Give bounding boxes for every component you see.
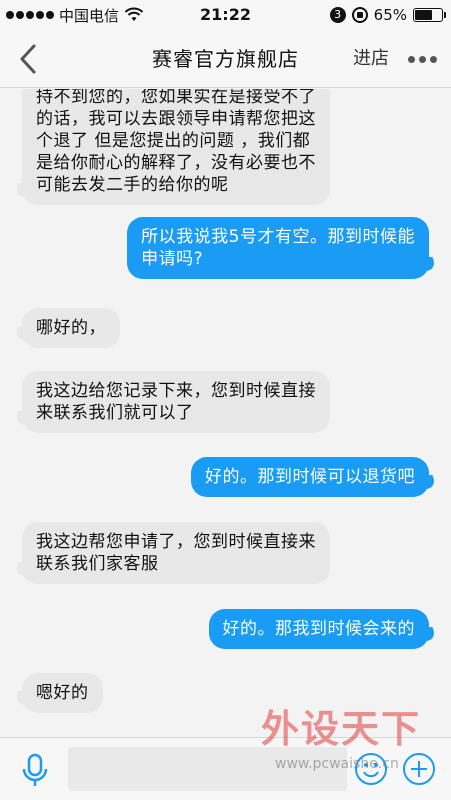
message-line: 联系我们家客服 bbox=[36, 554, 159, 574]
message-outgoing: 所以我说我5号才有空。那到时候能 申请吗? bbox=[127, 217, 429, 279]
message-line: 个退了 但是您提出的问题 ，我们都 bbox=[36, 131, 311, 151]
message-line: 我这边帮您申请了，您到时候直接来 bbox=[36, 532, 316, 552]
status-bar: 中国电信 21:22 3 65% bbox=[0, 0, 451, 30]
message-line: 我这边给您记录下来，您到时候直接 bbox=[36, 381, 316, 401]
rotation-lock-icon bbox=[351, 7, 368, 23]
chat-area[interactable]: 持不到您的，您如果实在是接受不了 的话，我可以去跟领导申请帮您把这 个退了 但是… bbox=[0, 89, 451, 737]
message-line: 持不到您的，您如果实在是接受不了 bbox=[36, 89, 316, 107]
input-bar bbox=[0, 737, 451, 800]
message-line: 是给你耐心的解释了，没有必要也不 bbox=[36, 153, 316, 173]
message-line: 来联系我们就可以了 bbox=[36, 403, 194, 423]
plus-icon[interactable] bbox=[402, 752, 436, 786]
message-line: 可能去发二手的给你的呢 bbox=[36, 175, 229, 195]
message-input[interactable] bbox=[68, 747, 347, 791]
message-outgoing: 好的。那到时候可以退货吧 bbox=[191, 457, 429, 497]
emoji-icon[interactable] bbox=[354, 752, 388, 786]
message-incoming: 哪好的， bbox=[22, 308, 120, 348]
message-outgoing: 好的。那我到时候会来的 bbox=[208, 609, 429, 649]
message-line: 好的。那到时候可以退货吧 bbox=[205, 467, 415, 487]
message-line: 好的。那我到时候会来的 bbox=[222, 619, 415, 639]
message-line: 申请吗? bbox=[141, 249, 204, 269]
message-line: 嗯好的 bbox=[36, 683, 89, 703]
message-incoming: 持不到您的，您如果实在是接受不了 的话，我可以去跟领导申请帮您把这 个退了 但是… bbox=[22, 89, 330, 205]
message-incoming: 嗯好的 bbox=[22, 673, 103, 713]
status-right: 3 65% bbox=[329, 0, 446, 30]
message-incoming: 我这边给您记录下来，您到时候直接 来联系我们就可以了 bbox=[22, 371, 330, 433]
message-line: 的话，我可以去跟领导申请帮您把这 bbox=[36, 109, 316, 129]
battery-icon bbox=[413, 8, 446, 22]
enter-store-button[interactable]: 进店 bbox=[353, 30, 389, 88]
message-line: 所以我说我5号才有空。那到时候能 bbox=[141, 227, 415, 247]
more-options-icon[interactable] bbox=[405, 46, 439, 72]
battery-percent: 65% bbox=[373, 6, 407, 24]
notification-badge: 3 bbox=[329, 7, 346, 23]
battery-fill bbox=[415, 10, 432, 20]
microphone-icon[interactable] bbox=[18, 752, 52, 788]
nav-bar: 赛睿官方旗舰店 进店 bbox=[0, 30, 451, 88]
message-incoming: 我这边帮您申请了，您到时候直接来 联系我们家客服 bbox=[22, 522, 330, 584]
message-line: 哪好的， bbox=[36, 318, 106, 338]
